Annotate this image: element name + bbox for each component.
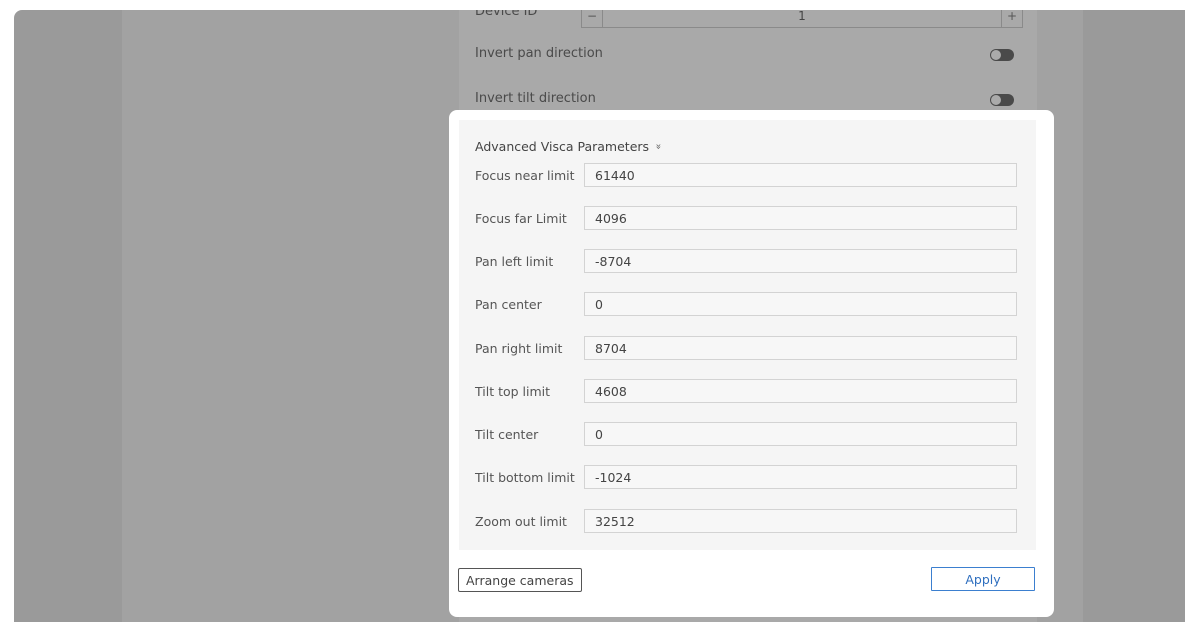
param-row-tilt-center: Tilt center — [459, 422, 1036, 448]
param-row-tilt-bottom: Tilt bottom limit — [459, 465, 1036, 491]
param-row-focus-far: Focus far Limit — [459, 206, 1036, 232]
param-row-pan-left: Pan left limit — [459, 249, 1036, 275]
tilt-center-input[interactable] — [584, 422, 1017, 446]
chevron-down-icon: » — [652, 143, 664, 150]
arrange-cameras-button[interactable]: Arrange cameras — [458, 568, 582, 592]
param-row-pan-right: Pan right limit — [459, 336, 1036, 362]
pan-right-label: Pan right limit — [475, 341, 563, 356]
invert-tilt-toggle — [990, 94, 1014, 106]
focus-near-label: Focus near limit — [475, 168, 575, 183]
zoom-out-input[interactable] — [584, 509, 1017, 533]
visca-settings-dialog: Advanced Visca Parameters » Focus near l… — [449, 110, 1054, 617]
pan-right-input[interactable] — [584, 336, 1017, 360]
device-id-label: Device ID — [475, 10, 538, 19]
tilt-bottom-input[interactable] — [584, 465, 1017, 489]
visca-section-title: Advanced Visca Parameters — [475, 139, 650, 154]
visca-parameters-panel: Advanced Visca Parameters » Focus near l… — [459, 120, 1036, 550]
invert-pan-toggle — [990, 49, 1014, 61]
decrement-icon: − — [582, 10, 603, 27]
device-id-value: 1 — [798, 10, 806, 23]
focus-near-input[interactable] — [584, 163, 1017, 187]
invert-pan-label: Invert pan direction — [475, 46, 603, 61]
pan-center-label: Pan center — [475, 297, 542, 312]
invert-tilt-label: Invert tilt direction — [475, 91, 596, 106]
zoom-out-label: Zoom out limit — [475, 514, 567, 529]
param-row-tilt-top: Tilt top limit — [459, 379, 1036, 405]
increment-icon: + — [1001, 10, 1022, 27]
visca-section-toggle[interactable]: Advanced Visca Parameters » — [475, 139, 664, 154]
pan-left-input[interactable] — [584, 249, 1017, 273]
tilt-top-input[interactable] — [584, 379, 1017, 403]
apply-button[interactable]: Apply — [931, 567, 1035, 591]
param-row-zoom-out: Zoom out limit — [459, 509, 1036, 535]
pan-left-label: Pan left limit — [475, 254, 554, 269]
tilt-center-label: Tilt center — [475, 427, 539, 442]
focus-far-label: Focus far Limit — [475, 211, 567, 226]
tilt-bottom-label: Tilt bottom limit — [475, 470, 575, 485]
pan-center-input[interactable] — [584, 292, 1017, 316]
param-row-focus-near: Focus near limit — [459, 163, 1036, 189]
focus-far-input[interactable] — [584, 206, 1017, 230]
tilt-top-label: Tilt top limit — [475, 384, 551, 399]
device-id-stepper: − 1 + — [581, 10, 1023, 28]
param-row-pan-center: Pan center — [459, 292, 1036, 318]
